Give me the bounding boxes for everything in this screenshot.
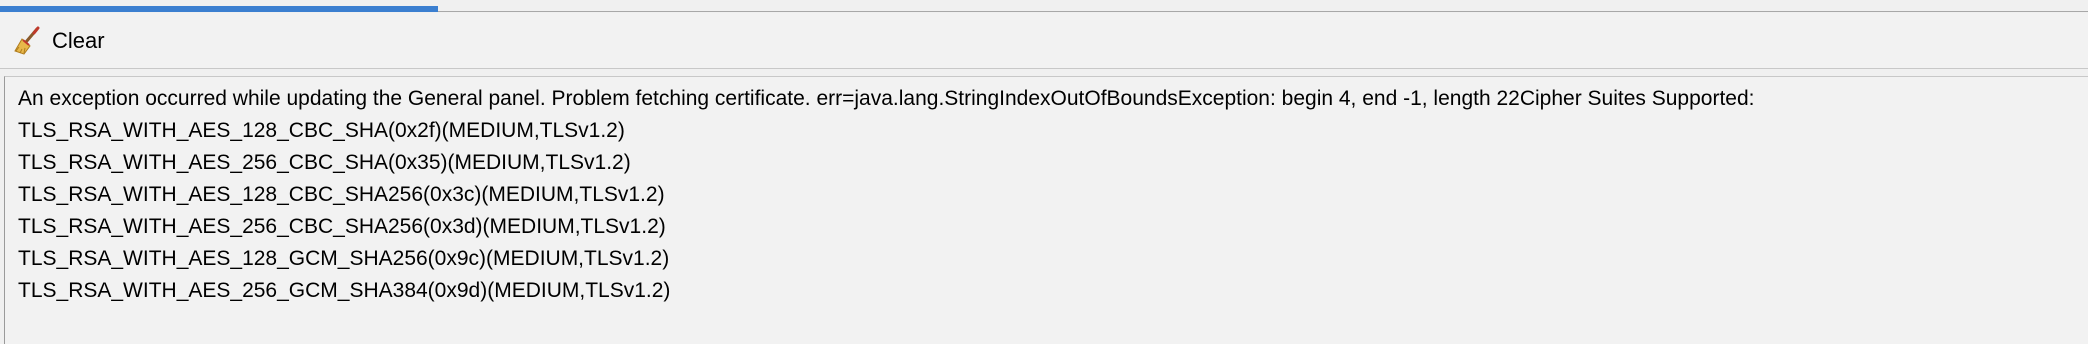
output-line: TLS_RSA_WITH_AES_128_CBC_SHA256(0x3c)(ME… [18, 183, 665, 206]
output-line: TLS_RSA_WITH_AES_256_CBC_SHA(0x35)(MEDIU… [18, 151, 631, 174]
output-line: TLS_RSA_WITH_AES_256_CBC_SHA256(0x3d)(ME… [18, 215, 666, 238]
output-line: An exception occurred while updating the… [18, 87, 1755, 110]
progress-fill [0, 6, 438, 12]
progress-bar [0, 0, 2088, 12]
clear-button[interactable]: Clear [8, 21, 113, 61]
output-line: TLS_RSA_WITH_AES_256_GCM_SHA384(0x9d)(ME… [18, 279, 671, 302]
toolbar: Clear [0, 13, 2088, 69]
output-line: TLS_RSA_WITH_AES_128_GCM_SHA256(0x9c)(ME… [18, 247, 670, 270]
broom-icon [12, 25, 44, 57]
panel-root: Clear An exception occurred while updati… [0, 0, 2088, 344]
output-line: TLS_RSA_WITH_AES_128_CBC_SHA(0x2f)(MEDIU… [18, 119, 625, 142]
output-text-area[interactable]: An exception occurred while updating the… [4, 76, 2088, 344]
clear-label: Clear [52, 28, 105, 53]
